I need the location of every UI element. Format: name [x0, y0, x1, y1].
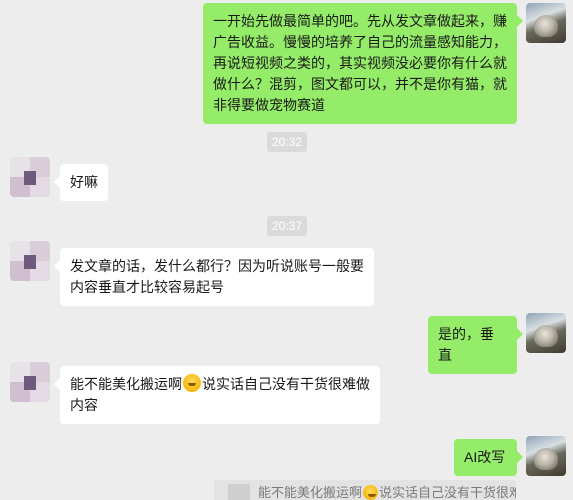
- message-bubble-other[interactable]: 发文章的话，发什么都行？因为听说账号一般要内容垂直才比较容易起号: [54, 248, 374, 306]
- message-bubble-other[interactable]: 能不能美化搬运啊 说实话自己没有干货很难做内容: [54, 366, 380, 424]
- message-text: AI改写: [464, 449, 506, 465]
- chat-window: 一开始先做最简单的吧。先从发文章做起来，赚广告收益。慢慢的培养了自己的流量感知能…: [0, 0, 573, 500]
- message-text: 好嘛: [70, 174, 98, 190]
- message-bubble-self[interactable]: 一开始先做最简单的吧。先从发文章做起来，赚广告收益。慢慢的培养了自己的流量感知能…: [203, 3, 523, 124]
- self-avatar[interactable]: [526, 313, 566, 353]
- message-text: 一开始先做最简单的吧。先从发文章做起来，赚广告收益。慢慢的培养了自己的流量感知能…: [213, 13, 507, 113]
- self-avatar[interactable]: [526, 436, 566, 476]
- other-avatar[interactable]: [10, 157, 50, 197]
- other-avatar[interactable]: [10, 241, 50, 281]
- quote-text-part: 说实话自己没有干货很难: [379, 485, 516, 500]
- smiling-emoji-icon: [183, 374, 201, 392]
- message-text-part: 能不能美化搬运啊: [70, 376, 182, 392]
- timestamp: 20:37: [267, 216, 308, 236]
- message-bubble-self[interactable]: 是的，垂直: [428, 316, 523, 374]
- message-text: 发文章的话，发什么都行？因为听说账号一般要内容垂直才比较容易起号: [70, 258, 364, 295]
- self-avatar[interactable]: [526, 3, 566, 43]
- quote-avatar: [228, 484, 250, 500]
- quoted-message[interactable]: 能不能美化搬运啊 说实话自己没有干货很难: [214, 480, 516, 500]
- message-text: 是的，垂直: [438, 326, 494, 363]
- other-avatar[interactable]: [10, 362, 50, 402]
- timestamp: 20:32: [267, 132, 308, 152]
- message-bubble-self[interactable]: AI改写: [454, 439, 523, 476]
- message-bubble-other[interactable]: 好嘛: [54, 164, 108, 201]
- smiling-emoji-icon: [363, 485, 379, 500]
- quote-text-part: 能不能美化搬运啊: [258, 485, 363, 500]
